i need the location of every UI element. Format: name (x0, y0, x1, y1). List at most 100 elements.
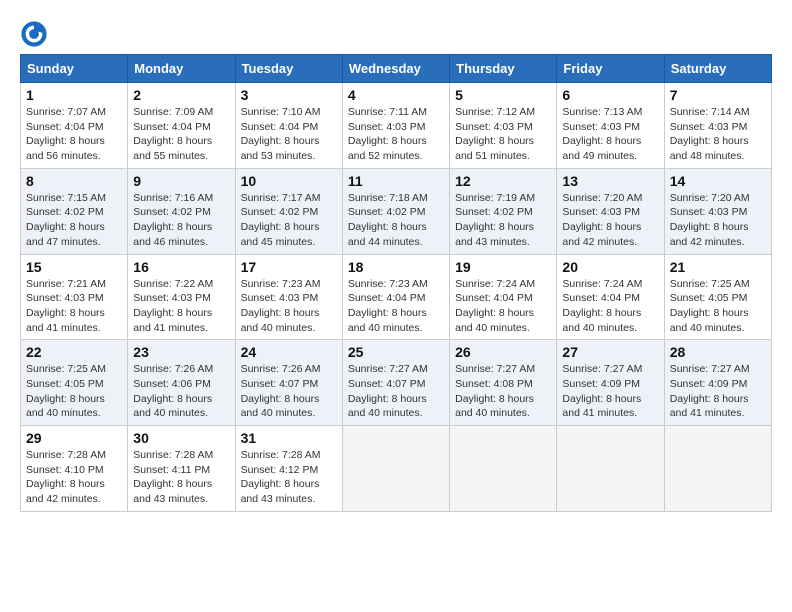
calendar-day-cell: 15 Sunrise: 7:21 AMSunset: 4:03 PMDaylig… (21, 254, 128, 340)
calendar-day-cell: 19 Sunrise: 7:24 AMSunset: 4:04 PMDaylig… (450, 254, 557, 340)
day-number: 12 (455, 173, 551, 189)
calendar-day-cell: 18 Sunrise: 7:23 AMSunset: 4:04 PMDaylig… (342, 254, 449, 340)
weekday-header: Saturday (664, 55, 771, 83)
calendar-day-cell: 3 Sunrise: 7:10 AMSunset: 4:04 PMDayligh… (235, 83, 342, 169)
calendar-day-cell: 10 Sunrise: 7:17 AMSunset: 4:02 PMDaylig… (235, 168, 342, 254)
day-info: Sunrise: 7:23 AMSunset: 4:04 PMDaylight:… (348, 278, 428, 334)
day-number: 31 (241, 430, 337, 446)
day-info: Sunrise: 7:28 AMSunset: 4:11 PMDaylight:… (133, 449, 213, 505)
day-number: 20 (562, 259, 658, 275)
day-info: Sunrise: 7:28 AMSunset: 4:12 PMDaylight:… (241, 449, 321, 505)
calendar-day-cell: 24 Sunrise: 7:26 AMSunset: 4:07 PMDaylig… (235, 340, 342, 426)
day-info: Sunrise: 7:15 AMSunset: 4:02 PMDaylight:… (26, 192, 106, 248)
day-number: 2 (133, 87, 229, 103)
day-number: 25 (348, 344, 444, 360)
calendar-day-cell: 28 Sunrise: 7:27 AMSunset: 4:09 PMDaylig… (664, 340, 771, 426)
calendar-day-cell: 6 Sunrise: 7:13 AMSunset: 4:03 PMDayligh… (557, 83, 664, 169)
day-number: 11 (348, 173, 444, 189)
calendar-week-row: 1 Sunrise: 7:07 AMSunset: 4:04 PMDayligh… (21, 83, 772, 169)
calendar-day-cell: 25 Sunrise: 7:27 AMSunset: 4:07 PMDaylig… (342, 340, 449, 426)
calendar-day-cell: 27 Sunrise: 7:27 AMSunset: 4:09 PMDaylig… (557, 340, 664, 426)
calendar-day-cell: 1 Sunrise: 7:07 AMSunset: 4:04 PMDayligh… (21, 83, 128, 169)
calendar-day-cell: 17 Sunrise: 7:23 AMSunset: 4:03 PMDaylig… (235, 254, 342, 340)
weekday-header: Tuesday (235, 55, 342, 83)
calendar-day-cell (342, 426, 449, 512)
calendar-day-cell: 5 Sunrise: 7:12 AMSunset: 4:03 PMDayligh… (450, 83, 557, 169)
day-number: 26 (455, 344, 551, 360)
day-info: Sunrise: 7:22 AMSunset: 4:03 PMDaylight:… (133, 278, 213, 334)
day-number: 19 (455, 259, 551, 275)
day-number: 30 (133, 430, 229, 446)
day-info: Sunrise: 7:27 AMSunset: 4:07 PMDaylight:… (348, 363, 428, 419)
logo-icon (20, 20, 48, 48)
day-info: Sunrise: 7:09 AMSunset: 4:04 PMDaylight:… (133, 106, 213, 162)
day-info: Sunrise: 7:25 AMSunset: 4:05 PMDaylight:… (26, 363, 106, 419)
calendar-day-cell: 30 Sunrise: 7:28 AMSunset: 4:11 PMDaylig… (128, 426, 235, 512)
day-number: 17 (241, 259, 337, 275)
day-number: 27 (562, 344, 658, 360)
day-info: Sunrise: 7:17 AMSunset: 4:02 PMDaylight:… (241, 192, 321, 248)
day-number: 8 (26, 173, 122, 189)
day-number: 4 (348, 87, 444, 103)
day-info: Sunrise: 7:27 AMSunset: 4:09 PMDaylight:… (670, 363, 750, 419)
calendar-day-cell: 7 Sunrise: 7:14 AMSunset: 4:03 PMDayligh… (664, 83, 771, 169)
calendar-day-cell: 26 Sunrise: 7:27 AMSunset: 4:08 PMDaylig… (450, 340, 557, 426)
day-number: 3 (241, 87, 337, 103)
weekday-header: Monday (128, 55, 235, 83)
weekday-header: Wednesday (342, 55, 449, 83)
day-number: 18 (348, 259, 444, 275)
calendar-day-cell: 2 Sunrise: 7:09 AMSunset: 4:04 PMDayligh… (128, 83, 235, 169)
calendar-day-cell (450, 426, 557, 512)
day-number: 23 (133, 344, 229, 360)
calendar-day-cell: 20 Sunrise: 7:24 AMSunset: 4:04 PMDaylig… (557, 254, 664, 340)
calendar-week-row: 15 Sunrise: 7:21 AMSunset: 4:03 PMDaylig… (21, 254, 772, 340)
day-info: Sunrise: 7:07 AMSunset: 4:04 PMDaylight:… (26, 106, 106, 162)
calendar-week-row: 29 Sunrise: 7:28 AMSunset: 4:10 PMDaylig… (21, 426, 772, 512)
day-number: 15 (26, 259, 122, 275)
day-info: Sunrise: 7:19 AMSunset: 4:02 PMDaylight:… (455, 192, 535, 248)
day-info: Sunrise: 7:28 AMSunset: 4:10 PMDaylight:… (26, 449, 106, 505)
day-info: Sunrise: 7:24 AMSunset: 4:04 PMDaylight:… (455, 278, 535, 334)
day-number: 6 (562, 87, 658, 103)
day-info: Sunrise: 7:14 AMSunset: 4:03 PMDaylight:… (670, 106, 750, 162)
day-info: Sunrise: 7:25 AMSunset: 4:05 PMDaylight:… (670, 278, 750, 334)
calendar-day-cell: 29 Sunrise: 7:28 AMSunset: 4:10 PMDaylig… (21, 426, 128, 512)
calendar-table: SundayMondayTuesdayWednesdayThursdayFrid… (20, 54, 772, 512)
calendar-day-cell (664, 426, 771, 512)
calendar-day-cell: 23 Sunrise: 7:26 AMSunset: 4:06 PMDaylig… (128, 340, 235, 426)
day-info: Sunrise: 7:24 AMSunset: 4:04 PMDaylight:… (562, 278, 642, 334)
calendar-day-cell: 12 Sunrise: 7:19 AMSunset: 4:02 PMDaylig… (450, 168, 557, 254)
day-info: Sunrise: 7:20 AMSunset: 4:03 PMDaylight:… (670, 192, 750, 248)
day-number: 5 (455, 87, 551, 103)
day-info: Sunrise: 7:16 AMSunset: 4:02 PMDaylight:… (133, 192, 213, 248)
day-info: Sunrise: 7:26 AMSunset: 4:07 PMDaylight:… (241, 363, 321, 419)
day-number: 21 (670, 259, 766, 275)
day-number: 13 (562, 173, 658, 189)
logo (20, 20, 52, 48)
calendar-day-cell: 9 Sunrise: 7:16 AMSunset: 4:02 PMDayligh… (128, 168, 235, 254)
calendar-day-cell: 22 Sunrise: 7:25 AMSunset: 4:05 PMDaylig… (21, 340, 128, 426)
calendar-day-cell (557, 426, 664, 512)
day-number: 16 (133, 259, 229, 275)
page-header (20, 20, 772, 48)
day-info: Sunrise: 7:27 AMSunset: 4:08 PMDaylight:… (455, 363, 535, 419)
day-info: Sunrise: 7:11 AMSunset: 4:03 PMDaylight:… (348, 106, 427, 162)
day-number: 9 (133, 173, 229, 189)
day-info: Sunrise: 7:20 AMSunset: 4:03 PMDaylight:… (562, 192, 642, 248)
day-info: Sunrise: 7:12 AMSunset: 4:03 PMDaylight:… (455, 106, 535, 162)
calendar-day-cell: 21 Sunrise: 7:25 AMSunset: 4:05 PMDaylig… (664, 254, 771, 340)
calendar-day-cell: 16 Sunrise: 7:22 AMSunset: 4:03 PMDaylig… (128, 254, 235, 340)
calendar-day-cell: 4 Sunrise: 7:11 AMSunset: 4:03 PMDayligh… (342, 83, 449, 169)
weekday-header: Thursday (450, 55, 557, 83)
calendar-day-cell: 31 Sunrise: 7:28 AMSunset: 4:12 PMDaylig… (235, 426, 342, 512)
day-number: 1 (26, 87, 122, 103)
day-info: Sunrise: 7:23 AMSunset: 4:03 PMDaylight:… (241, 278, 321, 334)
day-number: 28 (670, 344, 766, 360)
day-info: Sunrise: 7:21 AMSunset: 4:03 PMDaylight:… (26, 278, 106, 334)
day-number: 29 (26, 430, 122, 446)
day-info: Sunrise: 7:13 AMSunset: 4:03 PMDaylight:… (562, 106, 642, 162)
day-info: Sunrise: 7:10 AMSunset: 4:04 PMDaylight:… (241, 106, 321, 162)
calendar-week-row: 8 Sunrise: 7:15 AMSunset: 4:02 PMDayligh… (21, 168, 772, 254)
day-info: Sunrise: 7:26 AMSunset: 4:06 PMDaylight:… (133, 363, 213, 419)
day-number: 10 (241, 173, 337, 189)
